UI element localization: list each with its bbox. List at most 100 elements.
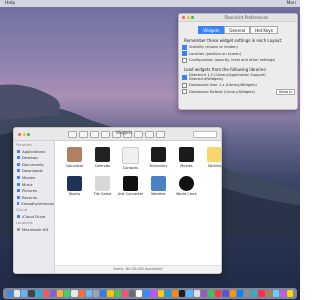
dock-app-icon[interactable] (150, 290, 157, 297)
file-calendar[interactable]: Calendar (89, 147, 116, 170)
file-unit-converter[interactable]: Unit Converter (117, 175, 144, 196)
dock-app-icon[interactable] (258, 290, 265, 297)
dock-app-icon[interactable] (136, 290, 143, 297)
widget-grid: Calculator Calendar Contacts Dictionary … (55, 141, 221, 196)
dock-app-icon[interactable] (107, 290, 114, 297)
option-library-uebersicht[interactable]: Übersicht 1.5 (Library/Application Suppo… (182, 73, 297, 81)
checkbox-icon[interactable] (182, 44, 187, 50)
preferences-window: Übersicht Preferences Widgets General Ho… (178, 13, 298, 110)
dock-app-icon[interactable] (157, 290, 164, 297)
zoom-icon[interactable] (27, 132, 30, 136)
file-stickies[interactable]: Stickies (201, 147, 221, 170)
dock-app-icon[interactable] (100, 290, 107, 297)
dock-app-icon[interactable] (64, 290, 71, 297)
option-library-dashboard-user[interactable]: Dashboard User 1.x (Library/Widgets) (182, 82, 297, 88)
sidebar-item-icloud-drive[interactable]: iCloud Drive (17, 214, 54, 219)
dock-app-icon[interactable] (186, 290, 193, 297)
minimize-icon[interactable] (186, 16, 190, 19)
folder-icon (17, 175, 20, 179)
sidebar-item-desktop[interactable]: Desktop (17, 155, 54, 160)
minimize-icon[interactable] (22, 132, 26, 136)
back-icon[interactable] (67, 130, 77, 138)
file-contacts[interactable]: Contacts (117, 147, 144, 170)
file-stocks[interactable]: Stocks (61, 175, 88, 196)
dock-app-icon[interactable] (287, 290, 294, 297)
checkbox-icon[interactable] (182, 57, 187, 63)
dock-app-icon[interactable] (279, 290, 287, 297)
file-world-clock[interactable]: World Clock (173, 175, 200, 196)
calculator-icon (67, 147, 82, 162)
checkbox-icon[interactable] (182, 82, 187, 88)
dock-app-icon[interactable] (85, 290, 93, 297)
dock-app-icon[interactable] (236, 290, 243, 297)
option-configuration[interactable]: Configuration (opacity, level and other … (182, 57, 297, 63)
dock-app-icon[interactable] (21, 290, 28, 297)
dock-app-icon[interactable] (6, 290, 13, 297)
tab-hot-keys[interactable]: Hot Keys (250, 26, 278, 34)
list-view-icon[interactable] (100, 130, 110, 138)
sidebar-item-recents[interactable]: Recents (17, 195, 54, 200)
forward-icon[interactable] (78, 130, 88, 138)
dock-app-icon[interactable] (265, 290, 272, 297)
folder-icon (17, 182, 20, 186)
dock-app-icon[interactable] (71, 290, 78, 297)
dock-app-icon[interactable] (229, 290, 236, 297)
dock-app-icon[interactable] (57, 290, 64, 297)
dock-app-icon[interactable] (222, 290, 229, 297)
dock-app-icon[interactable] (114, 290, 121, 297)
zoom-icon[interactable] (191, 16, 194, 19)
dock-app-icon[interactable] (251, 290, 258, 297)
dock-app-icon[interactable] (193, 290, 200, 297)
dock-app-icon[interactable] (78, 290, 85, 297)
dock-app-icon[interactable] (28, 290, 35, 297)
sidebar-item-macintosh-hd[interactable]: Macintosh HD (17, 227, 54, 232)
dock-app-icon[interactable] (143, 290, 150, 297)
option-location[interactable]: Location (position on screen) (182, 51, 297, 56)
close-icon[interactable] (18, 132, 21, 136)
share-icon[interactable] (144, 130, 154, 138)
sidebar-item-downloads[interactable]: Downloads (17, 168, 54, 173)
close-icon[interactable] (182, 16, 185, 19)
file-movies[interactable]: Movies (173, 147, 200, 170)
sidebar-item-smoothyversions[interactable]: SmoothyVersions (17, 201, 54, 206)
menu-help[interactable]: Help (5, 1, 15, 6)
tile-game-icon (95, 175, 110, 191)
file-tile-game[interactable]: Tile Game (89, 175, 116, 196)
checkbox-icon[interactable] (182, 89, 187, 94)
checkbox-icon[interactable] (182, 51, 187, 56)
tab-general[interactable]: General (224, 26, 251, 34)
disk-icon (17, 227, 20, 231)
dock-app-icon[interactable] (200, 290, 208, 297)
dock-app-icon[interactable] (172, 290, 179, 297)
sidebar-item-documents[interactable]: Documents (17, 162, 54, 167)
tab-widgets[interactable]: Widgets (198, 26, 225, 34)
group-icon[interactable] (133, 130, 143, 138)
option-visibility[interactable]: Visibility (shown or hidden) (182, 44, 297, 50)
dock-app-icon[interactable] (179, 290, 186, 297)
icon-view-icon[interactable] (89, 130, 99, 138)
dock-app-icon[interactable] (121, 290, 128, 297)
dock-app-icon[interactable] (42, 290, 49, 297)
dock-app-icon[interactable] (35, 290, 42, 297)
sidebar-item-movies[interactable]: Movies (17, 175, 54, 180)
file-calculator[interactable]: Calculator (61, 147, 88, 170)
file-weather[interactable]: Weather (145, 175, 172, 196)
sidebar-item-music[interactable]: Music (17, 182, 54, 187)
dock-app-icon[interactable] (215, 290, 222, 297)
checkbox-icon[interactable] (182, 74, 187, 80)
dock-app-icon[interactable] (164, 290, 172, 297)
dock-app-icon[interactable] (49, 290, 57, 297)
dock-app-icon[interactable] (272, 290, 279, 297)
dock-app-icon[interactable] (92, 290, 100, 297)
search-input[interactable] (193, 130, 217, 138)
show-in-finder-button[interactable]: Show in (276, 89, 295, 95)
dock-app-icon[interactable] (13, 290, 21, 297)
tag-icon[interactable] (155, 130, 165, 138)
dock-app-icon[interactable] (243, 290, 251, 297)
dock-app-icon[interactable] (128, 290, 136, 297)
sidebar-item-pictures[interactable]: Pictures (17, 188, 54, 193)
file-dictionary[interactable]: Dictionary (145, 147, 172, 170)
dock-app-icon[interactable] (207, 290, 215, 297)
folder-icon (17, 169, 20, 173)
sidebar-item-applications[interactable]: Applications (17, 149, 54, 154)
